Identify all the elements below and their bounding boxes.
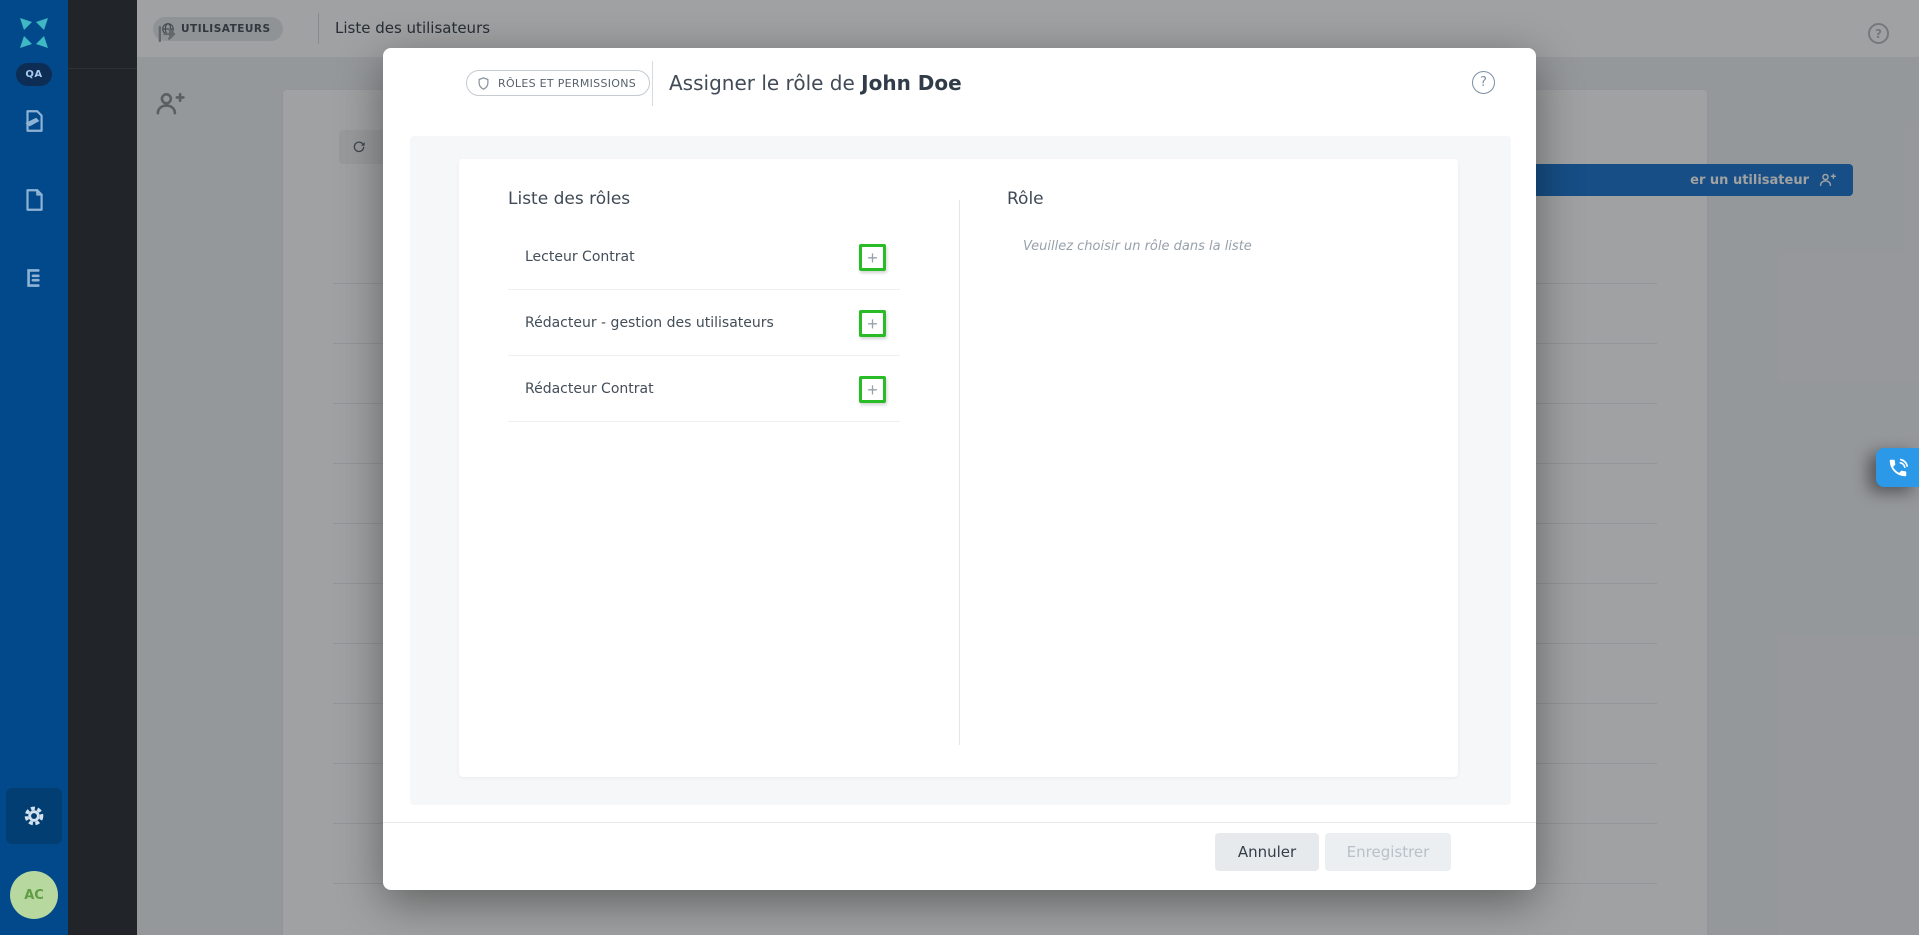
- modal-body-panel: Liste des rôles Lecteur Contrat + Rédact…: [410, 136, 1511, 805]
- modal-title-user-name: John Doe: [861, 71, 962, 95]
- contracts-signature-icon[interactable]: [21, 108, 47, 134]
- role-label: Rédacteur Contrat: [525, 356, 654, 422]
- support-call-tab[interactable]: [1876, 448, 1919, 487]
- workspace-badge: QA: [16, 63, 52, 86]
- brand-logo-icon[interactable]: [14, 13, 54, 53]
- role-list-item: Lecteur Contrat +: [508, 224, 900, 290]
- columns-divider: [959, 200, 960, 745]
- modal-header-divider: [652, 61, 653, 106]
- cancel-button[interactable]: Annuler: [1215, 833, 1319, 871]
- assign-role-modal: RÔLES ET PERMISSIONS Assigner le rôle de…: [383, 48, 1536, 890]
- role-empty-hint: Veuillez choisir un rôle dans la liste: [1023, 239, 1252, 254]
- modal-help-icon[interactable]: ?: [1472, 71, 1495, 94]
- save-button[interactable]: Enregistrer: [1325, 833, 1451, 871]
- primary-sidebar: QA AC: [0, 0, 68, 935]
- roles-card: Liste des rôles Lecteur Contrat + Rédact…: [459, 159, 1458, 777]
- roles-list-heading: Liste des rôles: [508, 189, 630, 209]
- role-detail-heading: Rôle: [1007, 189, 1044, 209]
- roles-permissions-badge-label: RÔLES ET PERMISSIONS: [498, 77, 636, 90]
- role-list-item: Rédacteur - gestion des utilisateurs +: [508, 290, 900, 356]
- phone-call-icon: [1887, 457, 1909, 479]
- rail-divider: [68, 68, 137, 69]
- add-role-button[interactable]: +: [859, 244, 886, 271]
- modal-footer-divider: [383, 822, 1536, 823]
- application-window: QA AC: [0, 0, 1919, 935]
- modal-title: Assigner le rôle de John Doe: [669, 71, 962, 95]
- workspace-panel-icon[interactable]: [21, 265, 47, 291]
- role-label: Lecteur Contrat: [525, 224, 635, 290]
- role-list-item: Rédacteur Contrat +: [508, 356, 900, 422]
- user-avatar[interactable]: AC: [10, 871, 58, 919]
- settings-button[interactable]: [6, 788, 62, 844]
- add-role-button[interactable]: +: [859, 376, 886, 403]
- gear-icon: [21, 803, 47, 829]
- roles-list: Lecteur Contrat + Rédacteur - gestion de…: [508, 224, 900, 422]
- role-label: Rédacteur - gestion des utilisateurs: [525, 290, 774, 356]
- add-role-button[interactable]: +: [859, 310, 886, 337]
- modal-title-prefix: Assigner le rôle de: [669, 71, 861, 95]
- roles-permissions-badge: RÔLES ET PERMISSIONS: [466, 70, 650, 96]
- shield-icon: [476, 76, 491, 91]
- documents-icon[interactable]: [21, 187, 47, 213]
- secondary-sidebar: [68, 0, 137, 935]
